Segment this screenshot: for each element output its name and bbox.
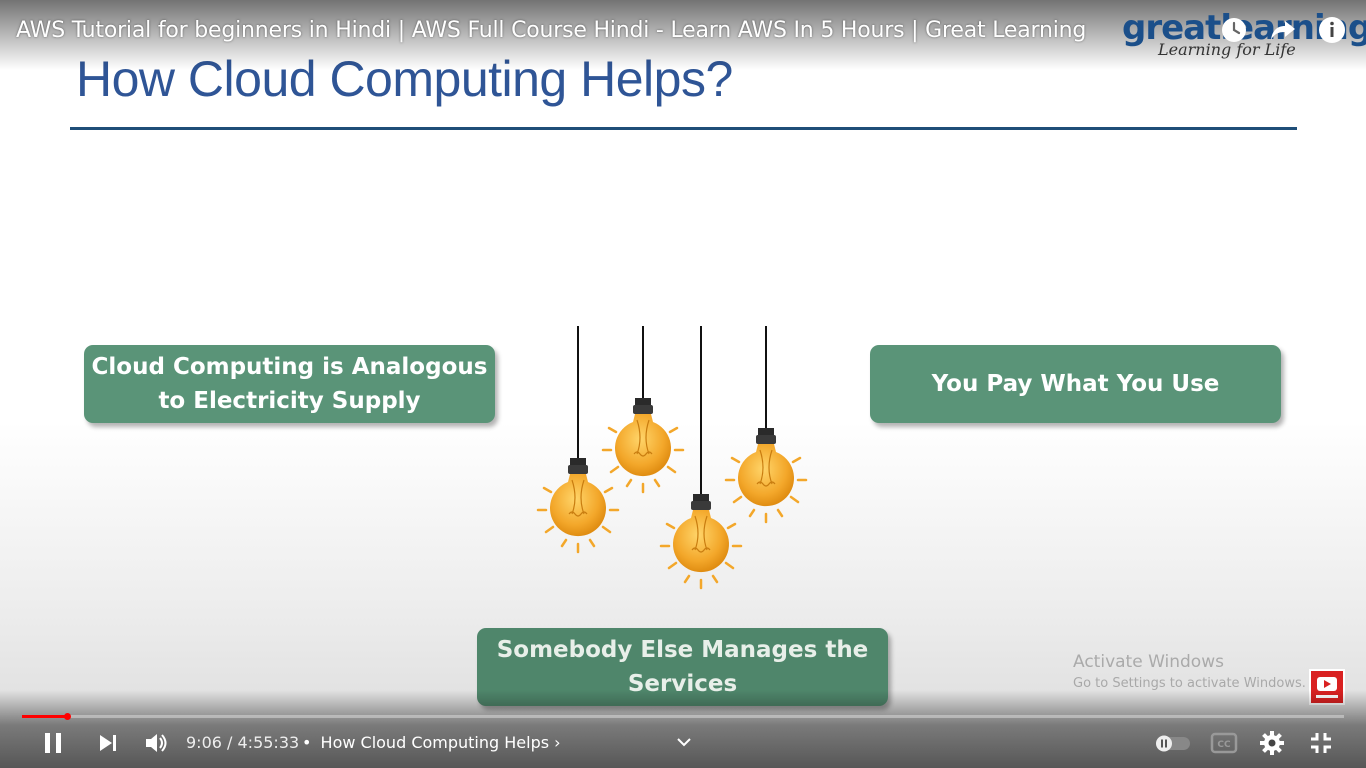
watermark-title: Activate Windows <box>1073 652 1224 672</box>
svg-text:CC: CC <box>1217 740 1231 750</box>
card-electricity-analogy: Cloud Computing is Analogous to Electric… <box>84 345 495 423</box>
progress-bar[interactable] <box>22 713 1344 720</box>
video-title[interactable]: AWS Tutorial for beginners in Hindi | AW… <box>16 18 1086 43</box>
chapter-button[interactable]: • How Cloud Computing Helps › <box>302 733 561 752</box>
exit-fullscreen-icon[interactable] <box>1305 727 1337 759</box>
watermark-subtitle: Go to Settings to activate Windows. <box>1073 676 1306 691</box>
clock-icon[interactable] <box>1219 15 1249 45</box>
card-pay-what-you-use: You Pay What You Use <box>870 345 1281 423</box>
autoplay-toggle-icon[interactable] <box>1152 727 1192 759</box>
card-line: to Electricity Supply <box>158 388 421 414</box>
cc-icon[interactable]: CC <box>1208 727 1240 759</box>
activate-windows-watermark: Activate Windows Go to Settings to activ… <box>1073 652 1306 691</box>
time-display: 9:06 / 4:55:33 <box>186 733 300 752</box>
title-divider <box>70 127 1297 130</box>
light-bulbs-illustration <box>536 326 808 590</box>
volume-icon[interactable] <box>140 727 172 759</box>
progress-played <box>22 715 67 718</box>
chapter-separator: • <box>302 733 312 752</box>
chevron-down-icon[interactable] <box>668 727 700 759</box>
chapter-title: How Cloud Computing Helps <box>320 733 550 752</box>
next-icon[interactable] <box>92 727 124 759</box>
gear-icon[interactable] <box>1256 727 1288 759</box>
share-icon[interactable] <box>1268 15 1298 45</box>
card-line: You Pay What You Use <box>931 371 1220 397</box>
chapter-chevron-icon: › <box>554 733 561 752</box>
info-icon[interactable] <box>1317 15 1347 45</box>
card-line: Somebody Else Manages the <box>496 637 869 663</box>
card-line: Cloud Computing is Analogous <box>91 354 488 380</box>
pause-icon[interactable] <box>37 727 69 759</box>
video-player[interactable]: How Cloud Computing Helps? Cloud Computi… <box>0 0 1366 768</box>
progress-scrubber[interactable] <box>63 713 71 720</box>
